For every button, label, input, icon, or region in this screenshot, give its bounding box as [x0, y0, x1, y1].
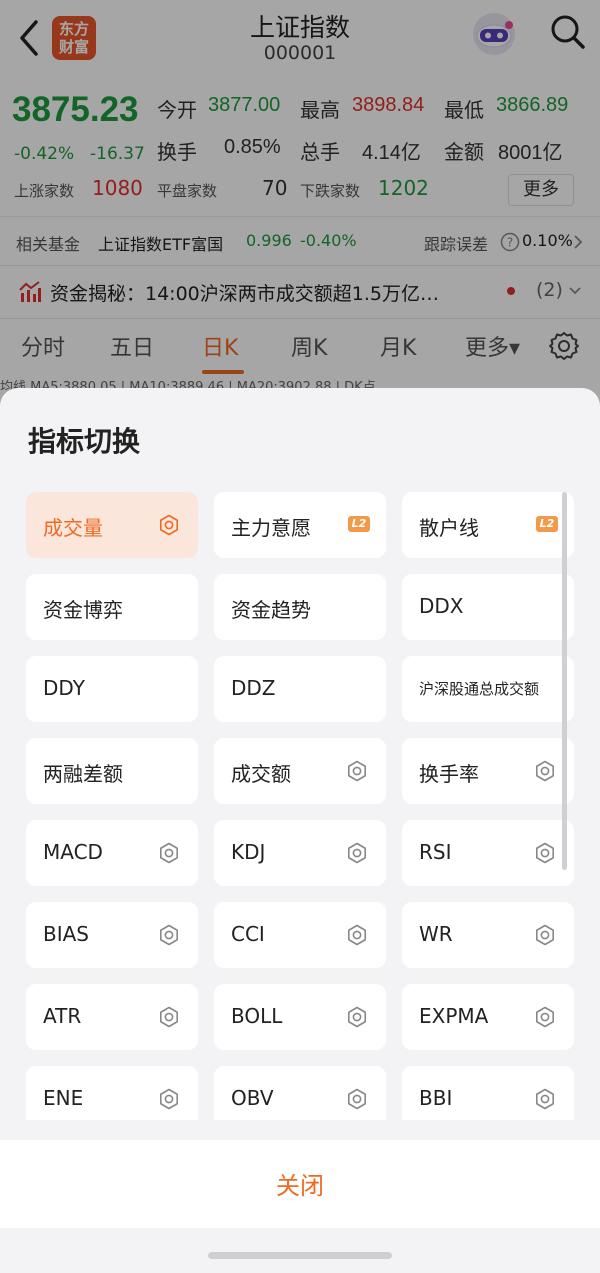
level2-badge-icon: L2	[348, 516, 370, 532]
level2-badge-icon: L2	[536, 516, 558, 532]
home-indicator	[208, 1252, 392, 1259]
indicator-grid: 成交量 主力意愿 L2 散户线 L2 资金博弈 资金趋势 DDX DDY DDZ 沪深股通总成交额两…	[0, 488, 600, 1120]
indicator-option[interactable]: BIAS	[26, 902, 198, 968]
scrollbar[interactable]	[562, 492, 567, 870]
indicator-settings-icon[interactable]	[346, 760, 368, 782]
stock-page: 东方 财富 上证指数 000001 3875.23 -0.42% -16.37 …	[0, 0, 600, 1273]
indicator-settings-icon[interactable]	[158, 514, 180, 536]
indicator-option[interactable]: DDY	[26, 656, 198, 722]
indicator-option[interactable]: BBI	[402, 1066, 574, 1120]
indicator-label: CCI	[231, 922, 265, 946]
indicator-label: RSI	[419, 840, 452, 864]
indicator-label: 成交额	[231, 762, 291, 786]
indicator-option[interactable]: EXPMA	[402, 984, 574, 1050]
indicator-option[interactable]: BOLL	[214, 984, 386, 1050]
indicator-option[interactable]: KDJ	[214, 820, 386, 886]
indicator-label: 换手率	[419, 762, 479, 786]
indicator-label: 成交量	[43, 516, 103, 540]
indicator-settings-icon[interactable]	[346, 1006, 368, 1028]
indicator-option[interactable]: 成交额	[214, 738, 386, 804]
indicator-settings-icon[interactable]	[346, 1088, 368, 1110]
indicator-label: BOLL	[231, 1004, 283, 1028]
indicator-label: WR	[419, 922, 453, 946]
indicator-label: OBV	[231, 1086, 274, 1110]
indicator-switch-sheet: 指标切换 成交量 主力意愿 L2 散户线 L2 资金博弈 资金趋势 DDX DDY DDZ 沪深股通…	[0, 388, 600, 1273]
sheet-title: 指标切换	[28, 425, 141, 458]
indicator-option[interactable]: DDZ	[214, 656, 386, 722]
close-button[interactable]: 关闭	[0, 1166, 600, 1201]
indicator-settings-icon[interactable]	[534, 1088, 556, 1110]
indicator-option[interactable]: ATR	[26, 984, 198, 1050]
indicator-label: ATR	[43, 1004, 82, 1028]
indicator-option[interactable]: OBV	[214, 1066, 386, 1120]
close-bar: 关闭	[0, 1140, 600, 1228]
indicator-settings-icon[interactable]	[534, 842, 556, 864]
indicator-label: BBI	[419, 1086, 453, 1110]
indicator-option[interactable]: WR	[402, 902, 574, 968]
indicator-option[interactable]: CCI	[214, 902, 386, 968]
indicator-settings-icon[interactable]	[534, 924, 556, 946]
indicator-option[interactable]: 成交量	[26, 492, 198, 558]
indicator-settings-icon[interactable]	[158, 1006, 180, 1028]
indicator-option[interactable]: RSI	[402, 820, 574, 886]
indicator-option[interactable]: 换手率	[402, 738, 574, 804]
indicator-option[interactable]: MACD	[26, 820, 198, 886]
indicator-label: DDZ	[231, 676, 276, 700]
indicator-option[interactable]: DDX	[402, 574, 574, 640]
indicator-option[interactable]: 资金博弈	[26, 574, 198, 640]
indicator-label: MACD	[43, 840, 103, 864]
indicator-label: EXPMA	[419, 1004, 489, 1028]
indicator-option[interactable]: 资金趋势	[214, 574, 386, 640]
indicator-settings-icon[interactable]	[346, 924, 368, 946]
indicator-settings-icon[interactable]	[158, 924, 180, 946]
indicator-label: 资金博弈	[43, 598, 123, 622]
indicator-label: 资金趋势	[231, 598, 311, 622]
indicator-option[interactable]: 主力意愿 L2	[214, 492, 386, 558]
indicator-label: DDY	[43, 676, 85, 700]
indicator-settings-icon[interactable]	[534, 760, 556, 782]
indicator-label: 沪深股通总成交额	[419, 680, 540, 698]
indicator-label: 两融差额	[43, 762, 123, 786]
indicator-settings-icon[interactable]	[534, 1006, 556, 1028]
indicator-settings-icon[interactable]	[158, 842, 180, 864]
indicator-label: BIAS	[43, 922, 89, 946]
indicator-label: ENE	[43, 1086, 84, 1110]
indicator-label: DDX	[419, 594, 464, 618]
indicator-settings-icon[interactable]	[346, 842, 368, 864]
indicator-settings-icon[interactable]	[158, 1088, 180, 1110]
indicator-option[interactable]: ENE	[26, 1066, 198, 1120]
indicator-option[interactable]: 散户线 L2	[402, 492, 574, 558]
indicator-label: 散户线	[419, 516, 479, 540]
indicator-label: KDJ	[231, 840, 266, 864]
indicator-option[interactable]: 两融差额	[26, 738, 198, 804]
indicator-option[interactable]: 沪深股通总成交额	[402, 656, 574, 722]
indicator-label: 主力意愿	[231, 516, 311, 540]
